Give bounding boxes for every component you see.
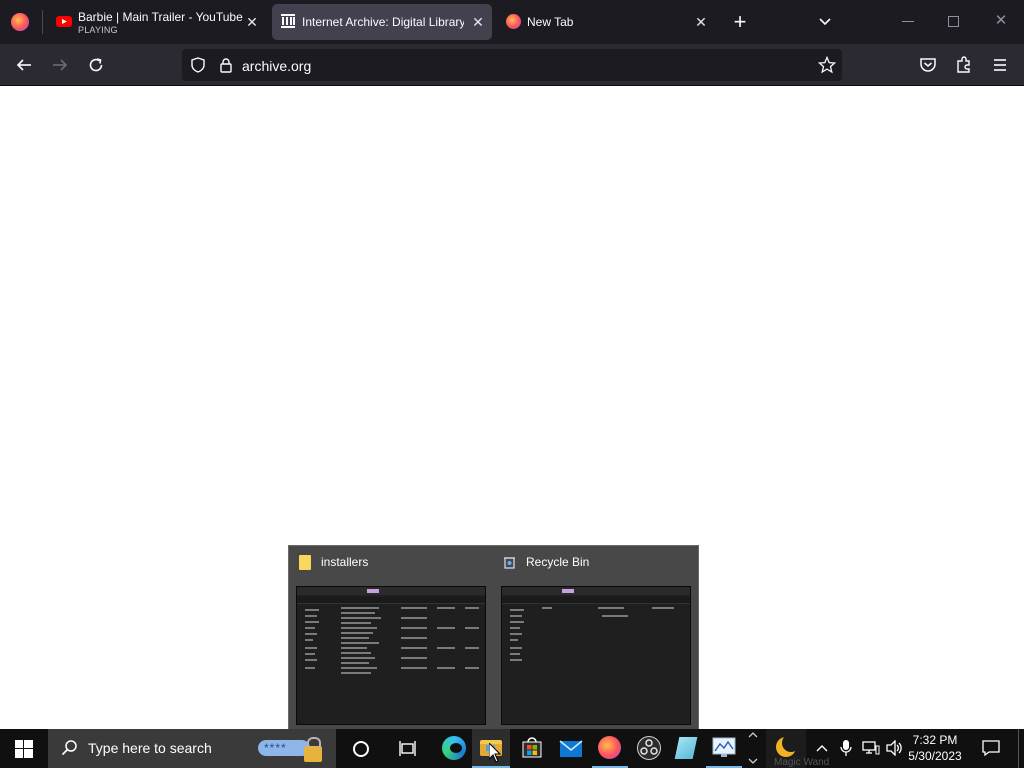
network-icon[interactable] xyxy=(862,737,880,759)
microsoft-store-icon[interactable] xyxy=(514,729,550,768)
thumbnail-title: Recycle Bin xyxy=(526,555,590,569)
thumbnail-title: installers xyxy=(321,555,369,569)
mail-icon[interactable] xyxy=(553,729,589,768)
pocket-icon[interactable] xyxy=(915,52,941,78)
navigation-toolbar: archive.org xyxy=(0,44,1024,86)
new-tab-plus-icon[interactable]: + xyxy=(730,10,750,34)
taskbar: Type here to search **** Magic Wand 7:32… xyxy=(0,729,1024,768)
tab-internet-archive[interactable]: Internet Archive: Digital Library ✕ xyxy=(272,4,492,40)
obs-studio-icon[interactable] xyxy=(631,729,667,768)
tab-title: New Tab xyxy=(527,15,574,29)
thumbnail-preview xyxy=(296,586,486,725)
reload-icon[interactable] xyxy=(83,52,109,78)
restore-icon[interactable] xyxy=(948,16,959,27)
back-arrow-icon[interactable] xyxy=(11,52,37,78)
clock-time: 7:32 PM xyxy=(912,733,958,747)
recycle-bin-icon xyxy=(503,556,516,569)
mouse-cursor-icon xyxy=(488,741,502,763)
folder-icon xyxy=(299,555,311,570)
url-text[interactable]: archive.org xyxy=(242,58,311,74)
notification-center-icon[interactable] xyxy=(982,737,1000,760)
show-desktop-strip[interactable] xyxy=(1018,729,1024,768)
search-icon xyxy=(61,740,77,756)
tab-title: Internet Archive: Digital Library xyxy=(302,15,464,29)
firefox-menu-icon[interactable] xyxy=(11,13,29,31)
taskbar-scroll-arrows[interactable] xyxy=(746,729,762,768)
tab-close-icon[interactable]: ✕ xyxy=(470,14,486,30)
archive-icon xyxy=(281,14,295,28)
firefox-icon xyxy=(506,14,521,29)
tab-youtube[interactable]: Barbie | Main Trailer - YouTube PLAYING … xyxy=(48,4,266,40)
show-hidden-icons-chevron-icon[interactable] xyxy=(815,737,829,758)
tab-playing-label: PLAYING xyxy=(78,25,118,35)
clock-date: 5/30/2023 xyxy=(908,749,962,763)
start-windows-icon[interactable] xyxy=(0,729,48,768)
system-clock[interactable]: 7:32 PM 5/30/2023 xyxy=(900,732,970,764)
address-bar[interactable]: archive.org xyxy=(182,49,842,81)
tab-close-icon[interactable]: ✕ xyxy=(693,14,709,30)
microphone-icon[interactable] xyxy=(840,737,852,760)
notepad-icon[interactable] xyxy=(669,729,705,768)
extensions-puzzle-icon[interactable] xyxy=(951,52,977,78)
thumbnail-installers[interactable]: installers xyxy=(289,546,493,730)
list-all-tabs-chevron-icon[interactable] xyxy=(815,12,835,32)
file-explorer-thumbnail-popup: installers Recycle Bin xyxy=(288,545,699,731)
moon-app-icon[interactable]: Magic Wand xyxy=(766,729,829,768)
minimize-icon[interactable] xyxy=(902,21,914,22)
search-highlight-password-image: **** xyxy=(258,735,326,763)
forward-arrow-icon[interactable] xyxy=(47,52,73,78)
close-window-icon[interactable]: ✕ xyxy=(993,12,1009,30)
tab-strip: Barbie | Main Trailer - YouTube PLAYING … xyxy=(0,0,1024,44)
bookmark-star-icon[interactable] xyxy=(817,55,837,74)
thumbnail-preview xyxy=(501,586,691,725)
tab-title: Barbie | Main Trailer - YouTube xyxy=(78,10,243,24)
youtube-icon xyxy=(56,16,72,27)
magic-wand-label: Magic Wand xyxy=(774,757,830,768)
thumbnail-recycle-bin[interactable]: Recycle Bin xyxy=(494,546,698,730)
remote-desktop-icon[interactable] xyxy=(706,729,742,768)
edge-icon[interactable] xyxy=(436,729,472,768)
hamburger-menu-icon[interactable] xyxy=(987,52,1013,78)
taskbar-search-box[interactable]: Type here to search **** xyxy=(48,729,336,768)
cortana-icon[interactable] xyxy=(340,729,380,768)
lock-icon[interactable] xyxy=(218,57,234,73)
tab-close-icon[interactable]: ✕ xyxy=(244,14,260,30)
task-view-icon[interactable] xyxy=(388,729,428,768)
search-placeholder: Type here to search xyxy=(88,740,212,756)
tracking-protection-shield-icon[interactable] xyxy=(190,57,206,73)
firefox-taskbar-icon[interactable] xyxy=(592,729,628,768)
tab-new-tab[interactable]: New Tab ✕ xyxy=(497,4,715,40)
